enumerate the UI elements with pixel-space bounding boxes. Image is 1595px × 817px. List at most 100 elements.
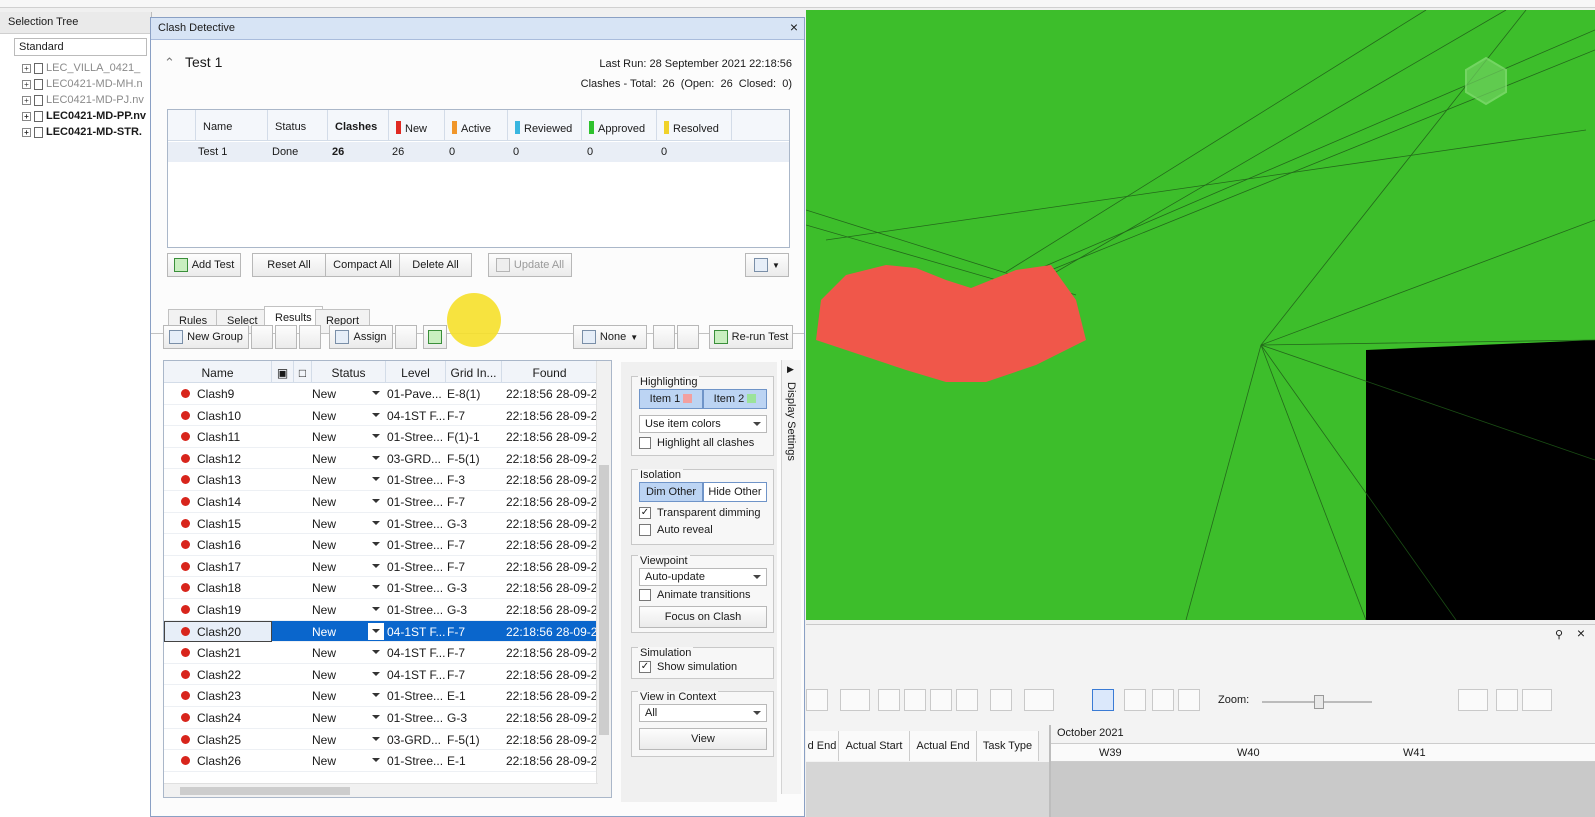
chevron-down-icon[interactable] [372,628,380,633]
color-mode-dropdown[interactable]: Use item colors [639,415,767,433]
collapse-chevron-icon[interactable]: ⌃ [164,55,175,71]
warning-button[interactable] [677,325,699,349]
chevron-down-icon[interactable] [372,736,380,741]
tests-table[interactable]: Name Status Clashes New Active Reviewed … [167,109,790,248]
timeliner-tool-button[interactable] [904,689,926,711]
timeliner-tool-button[interactable] [930,689,952,711]
results-header-status[interactable]: Status [312,361,386,383]
timeliner-close-button[interactable]: × [1577,625,1585,641]
context-dropdown[interactable]: All [639,704,767,722]
checkbox-box[interactable]: ✓ [639,507,651,519]
header-clashes[interactable]: Clashes [328,110,389,141]
tree-item[interactable]: + LEC0421-MD-PJ.nv [0,92,151,108]
gantt-chart[interactable]: October 2021 W39 W40 W41 [1049,725,1595,817]
group-tool-button[interactable] [299,325,321,349]
chevron-right-icon[interactable]: ▶ [787,364,794,375]
column-header[interactable]: Task Type [977,731,1039,761]
chevron-down-icon[interactable] [372,542,380,547]
clash-row[interactable]: Clash12 New 03-GRD... F-5(1) 22:18:56 28-09-… [164,448,604,470]
new-group-button[interactable]: New Group [163,325,249,349]
clash-row[interactable]: Clash13 New 01-Stree... F-3 22:18:56 28-09-2… [164,469,604,491]
chevron-down-icon[interactable] [372,391,380,395]
tree-item[interactable]: + LEC_VILLA_0421_ [0,60,151,76]
scrollbar-thumb[interactable] [180,787,350,795]
clash-status[interactable]: New [312,517,336,531]
chevron-down-icon[interactable] [372,499,380,503]
tree-item[interactable]: + LEC0421-MD-PP.nv [0,108,151,124]
header-active[interactable]: Active [445,110,508,141]
chevron-down-icon[interactable] [372,585,380,590]
delete-all-button[interactable]: Delete All [399,253,472,277]
clash-status[interactable]: New [312,387,336,401]
results-header-level[interactable]: Level [386,361,446,383]
test-row[interactable]: Test 1 Done 26 26 0 0 0 0 [168,142,789,162]
header-reviewed[interactable]: Reviewed [508,110,582,141]
chevron-down-icon[interactable] [372,650,380,655]
view-mode-button[interactable] [1124,689,1146,711]
chevron-down-icon[interactable] [372,412,380,417]
clash-status[interactable]: New [312,430,336,444]
filter-button[interactable] [1458,689,1488,711]
chevron-down-icon[interactable] [372,563,380,568]
clash-status[interactable]: New [312,754,336,768]
column-header[interactable]: d End [806,731,839,761]
clash-row[interactable]: Clash17 New 01-Stree... F-7 22:18:56 28-09-2… [164,556,604,578]
chevron-down-icon[interactable] [372,758,380,763]
header-approved[interactable]: Approved [582,110,657,141]
export-button[interactable] [1522,689,1552,711]
expand-icon[interactable]: + [22,63,31,73]
3d-viewport[interactable] [806,10,1595,620]
clash-status[interactable]: New [312,495,336,509]
display-settings-strip[interactable]: ▶ Display Settings [781,360,801,794]
group-tool-button[interactable] [251,325,273,349]
view-button[interactable]: View [639,728,767,750]
clash-status[interactable]: New [312,646,336,660]
auto-reveal-checkbox[interactable]: Auto reveal [639,524,713,536]
focus-on-clash-button[interactable]: Focus on Clash [639,606,767,628]
header-new[interactable]: New [389,110,445,141]
clash-status[interactable]: New [312,581,336,595]
checkbox-box[interactable]: ✓ [639,661,651,673]
clash-status[interactable]: New [312,625,336,639]
import-export-button[interactable]: ▼ [745,253,789,277]
chevron-down-icon[interactable] [372,477,380,482]
clash-row[interactable]: Clash23 New 01-Stree... E-1 22:18:56 28-09-2… [164,685,604,707]
clash-element-pipe[interactable] [816,265,1086,382]
chevron-down-icon[interactable] [372,434,380,439]
clash-row[interactable]: Clash20 New 04-1ST F... F-7 22:18:56 28-09-2… [164,620,604,643]
unassign-button[interactable] [395,325,417,349]
clash-status[interactable]: New [312,560,336,574]
tree-item[interactable]: + LEC0421-MD-STR. [0,124,151,140]
columns-button[interactable] [1024,689,1054,711]
clash-status[interactable]: New [312,603,336,617]
checkbox-box[interactable] [639,437,651,449]
clash-status[interactable]: New [312,473,336,487]
add-test-button[interactable]: Add Test [167,253,241,277]
header-resolved[interactable]: Resolved [657,110,732,141]
rerun-test-button[interactable]: Re-run Test [709,325,793,349]
clash-row[interactable]: Clash16 New 01-Stree... F-7 22:18:56 28-09-2… [164,534,604,556]
viewcube-icon[interactable] [1465,56,1507,106]
comment-button[interactable] [423,325,447,349]
item2-toggle[interactable]: Item 2 [703,389,767,409]
comment-icon[interactable] [990,689,1012,711]
checkbox-box[interactable] [639,589,651,601]
clash-row[interactable]: Clash21 New 04-1ST F... F-7 22:18:56 28-09-2… [164,642,604,664]
results-horizontal-scrollbar[interactable] [164,783,598,797]
show-simulation-checkbox[interactable]: ✓ Show simulation [639,661,737,673]
export-button[interactable] [1496,689,1518,711]
dim-other-button[interactable]: Dim Other [639,482,703,502]
clash-row[interactable]: Clash9 New 01-Pave... E-8(1) 22:18:56 28-09-… [164,383,604,405]
scrollbar-thumb[interactable] [599,465,609,735]
group-tool-button[interactable] [275,325,297,349]
clash-row[interactable]: Clash15 New 01-Stree... G-3 22:18:56 28-09-2… [164,513,604,535]
clash-status[interactable]: New [312,409,336,423]
chevron-down-icon[interactable] [372,520,380,525]
compact-all-button[interactable]: Compact All [325,253,400,277]
clash-status[interactable]: New [312,711,336,725]
transparent-dimming-checkbox[interactable]: ✓ Transparent dimming [639,507,761,519]
reset-view-button[interactable] [653,325,675,349]
results-table[interactable]: Name ▣ □ Status Level Grid In... Found C… [163,360,612,798]
expand-icon[interactable]: + [22,95,31,105]
results-vertical-scrollbar[interactable] [596,361,611,797]
